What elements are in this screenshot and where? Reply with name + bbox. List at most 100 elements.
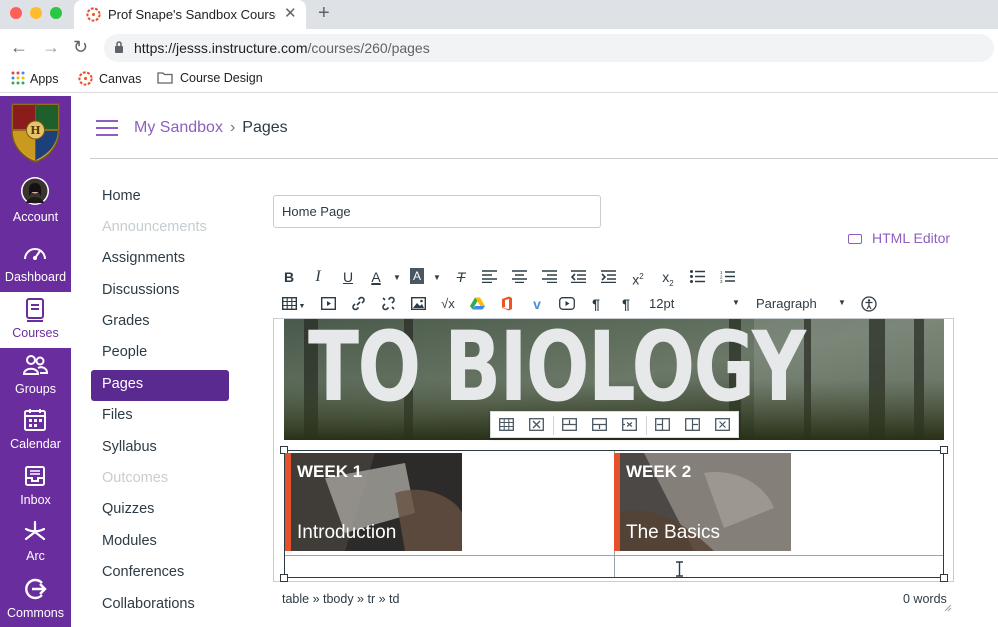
close-tab-icon[interactable]: ✕ [284, 4, 297, 22]
table-dropdown-icon[interactable]: ▼ [298, 297, 306, 317]
canvas-logo-icon [78, 71, 93, 86]
course-nav-people[interactable]: People [91, 338, 229, 369]
browser-tab[interactable]: Prof Snape's Sandbox Course ✕ [74, 0, 306, 29]
resize-handle-bottom-left[interactable] [280, 574, 288, 582]
table-properties-icon[interactable] [499, 418, 514, 431]
align-left-icon[interactable] [482, 270, 497, 283]
bookmark-apps[interactable]: Apps [11, 71, 59, 86]
align-right-icon[interactable] [542, 270, 557, 283]
align-center-icon[interactable] [512, 270, 527, 283]
insert-row-after-icon[interactable] [592, 418, 607, 431]
equation-icon[interactable]: √x [440, 294, 456, 314]
gnav-commons[interactable]: Commons [0, 572, 71, 627]
gnav-account[interactable]: Account [0, 170, 71, 226]
text-color-dropdown-icon[interactable]: ▼ [392, 268, 402, 288]
office-365-icon[interactable] [501, 296, 513, 311]
breadcrumb-current: Pages [242, 119, 288, 136]
arc-icon [24, 520, 46, 541]
image-icon[interactable] [411, 297, 426, 310]
insert-column-after-icon[interactable] [685, 418, 700, 431]
course-menu-toggle-icon[interactable] [96, 120, 118, 136]
table-row-divider [285, 555, 943, 556]
insert-column-before-icon[interactable] [655, 418, 670, 431]
course-nav-pages[interactable]: Pages [91, 370, 229, 401]
gnav-groups[interactable]: Groups [0, 348, 71, 404]
course-nav-assignments[interactable]: Assignments [91, 244, 229, 275]
underline-icon[interactable]: U [341, 267, 355, 287]
course-nav-home[interactable]: Home [91, 182, 229, 213]
minimize-window-button[interactable] [30, 7, 42, 19]
gnav-calendar[interactable]: Calendar [0, 403, 71, 459]
clear-formatting-icon[interactable]: T [453, 267, 469, 287]
block-format-select[interactable]: Paragraph ▼ [756, 296, 848, 314]
insert-row-before-icon[interactable] [562, 418, 577, 431]
link-icon[interactable] [351, 296, 366, 311]
delete-column-icon[interactable] [715, 418, 730, 431]
accessibility-checker-icon[interactable] [861, 296, 877, 312]
background-color-dropdown-icon[interactable]: ▼ [432, 268, 442, 288]
numbered-list-icon[interactable]: 123 [720, 270, 735, 283]
week-1-accent-stripe [285, 453, 291, 551]
course-nav-quizzes[interactable]: Quizzes [91, 495, 229, 526]
unlink-icon[interactable] [381, 296, 396, 311]
resize-handle-bottom-right[interactable] [940, 574, 948, 582]
gnav-dashboard[interactable]: Dashboard [0, 236, 71, 292]
week-2-card[interactable]: WEEK 2 The Basics [614, 453, 791, 551]
course-nav-files[interactable]: Files [91, 401, 229, 432]
close-window-button[interactable] [10, 7, 22, 19]
reload-icon[interactable]: ↻ [73, 37, 88, 58]
delete-row-icon[interactable] [622, 418, 637, 431]
breadcrumb-course-link[interactable]: My Sandbox [134, 119, 223, 136]
apps-grid-icon [11, 71, 25, 85]
school-crest-logo[interactable]: H [0, 96, 71, 166]
block-format-dropdown-icon: ▼ [838, 298, 846, 307]
svg-text:3: 3 [720, 279, 723, 283]
table-icon[interactable] [282, 297, 297, 310]
course-nav-conferences[interactable]: Conferences [91, 558, 229, 589]
superscript-icon[interactable]: x2 [630, 267, 646, 288]
url-text: https://jesss.instructure.com/courses/26… [134, 40, 430, 56]
course-nav-grades[interactable]: Grades [91, 307, 229, 338]
course-nav-modules[interactable]: Modules [91, 527, 229, 558]
indent-icon[interactable] [601, 270, 616, 283]
bookmark-canvas[interactable]: Canvas [78, 71, 141, 86]
font-size-select[interactable]: 12pt ▼ [649, 296, 741, 314]
gnav-inbox[interactable]: Inbox [0, 459, 71, 515]
text-color-icon[interactable]: A [369, 267, 383, 287]
course-nav-outcomes[interactable]: Outcomes [91, 464, 229, 495]
maximize-window-button[interactable] [50, 7, 62, 19]
gnav-arc[interactable]: Arc [0, 515, 71, 571]
course-nav-syllabus[interactable]: Syllabus [91, 433, 229, 464]
italic-icon[interactable]: I [311, 267, 325, 287]
course-nav-collaborations[interactable]: Collaborations [91, 590, 229, 621]
plus-icon[interactable]: + [318, 2, 330, 25]
ltr-direction-icon[interactable]: ¶ [589, 294, 603, 314]
course-nav-announcements[interactable]: Announcements [91, 213, 229, 244]
embed-media-icon[interactable] [321, 297, 336, 310]
bold-icon[interactable]: B [282, 267, 296, 287]
forward-arrow-icon[interactable]: → [42, 37, 60, 58]
google-drive-icon[interactable] [470, 297, 485, 310]
url-field[interactable]: https://jesss.instructure.com/courses/26… [104, 34, 994, 62]
element-path: table » tbody » tr » td [282, 592, 400, 606]
page-title-input[interactable] [273, 195, 601, 228]
youtube-icon[interactable] [559, 297, 575, 310]
gnav-courses[interactable]: Courses [0, 292, 71, 348]
avatar [21, 177, 49, 205]
rtl-direction-icon[interactable]: ¶ [619, 294, 633, 314]
svg-text:H: H [30, 124, 40, 137]
back-arrow-icon[interactable]: ← [10, 37, 28, 58]
course-nav-discussions[interactable]: Discussions [91, 276, 229, 307]
outdent-icon[interactable] [571, 270, 586, 283]
resize-handle-top-right[interactable] [940, 446, 948, 454]
week-1-card[interactable]: WEEK 1 Introduction [285, 453, 462, 551]
subscript-icon[interactable]: x2 [660, 267, 676, 288]
calendar-icon [24, 409, 46, 431]
vimeo-icon[interactable]: v [530, 294, 544, 314]
bookmark-course-design[interactable]: Course Design [157, 71, 263, 85]
html-editor-link[interactable]: HTML Editor [848, 230, 950, 246]
delete-table-icon[interactable] [529, 418, 544, 431]
editor-resize-grip-icon[interactable] [943, 603, 952, 612]
bullet-list-icon[interactable] [690, 270, 705, 283]
background-color-icon[interactable]: A [410, 268, 424, 284]
